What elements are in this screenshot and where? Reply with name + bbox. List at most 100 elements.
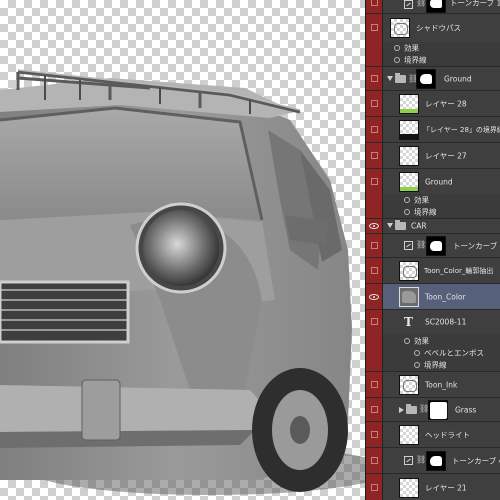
effect-row[interactable]: 境界線	[366, 54, 500, 67]
effect-row[interactable]: 境界線	[366, 205, 500, 219]
effect-visibility-icon	[394, 57, 400, 63]
visibility-toggle[interactable]	[366, 205, 383, 218]
layer-row[interactable]: ⛓ トーンカーブ 1	[366, 0, 500, 14]
visibility-toggle[interactable]	[366, 284, 383, 309]
effect-visibility-icon	[404, 208, 410, 215]
layer-thumbnail	[399, 375, 419, 395]
layer-name: Toon_Ink	[425, 380, 458, 389]
layer-row[interactable]: シャドウパス	[366, 14, 500, 42]
layer-name: トーンカーブ 2	[453, 241, 500, 250]
visibility-toggle[interactable]	[366, 334, 383, 347]
layer-name: CAR	[411, 221, 427, 231]
layer-thumbnail	[399, 261, 419, 281]
visibility-toggle[interactable]	[366, 310, 383, 334]
eye-icon	[369, 223, 379, 229]
layer-thumbnail	[399, 172, 419, 192]
layer-mask-thumbnail	[426, 451, 446, 471]
layer-name: SC2008-11	[425, 317, 467, 327]
layer-group-row[interactable]: ⛓ Ground	[366, 67, 500, 91]
link-icon: ⛓	[416, 455, 427, 464]
expand-arrow-icon[interactable]	[387, 223, 393, 228]
visibility-toggle[interactable]	[366, 91, 383, 116]
layer-row[interactable]: Toon_Color_輪郭抽出	[366, 258, 500, 284]
layer-name: 「レイヤー 28」の境界線	[423, 125, 500, 134]
layer-name: ヘッドライト	[425, 430, 470, 439]
visibility-off-icon	[371, 318, 378, 325]
effect-name: 境界線	[424, 360, 447, 370]
visibility-toggle[interactable]	[366, 372, 383, 397]
effect-name: 境界線	[414, 207, 437, 216]
layer-name: トーンカーブ 4	[452, 456, 500, 465]
effects-row[interactable]: 効果	[366, 334, 500, 347]
effect-row[interactable]: 境界線	[366, 359, 500, 372]
collapse-arrow-icon[interactable]	[399, 406, 404, 413]
visibility-toggle[interactable]	[366, 0, 383, 13]
effects-row[interactable]: 効果	[366, 42, 500, 54]
visibility-off-icon	[371, 74, 378, 82]
link-icon: ⛓	[416, 0, 427, 7]
visibility-off-icon	[371, 151, 378, 159]
visibility-toggle[interactable]	[366, 169, 383, 194]
visibility-toggle[interactable]	[366, 398, 383, 421]
layer-name: シャドウパス	[416, 23, 461, 33]
layer-row-selected[interactable]: Toon_Color	[366, 284, 500, 310]
visibility-toggle[interactable]	[366, 117, 383, 142]
layer-group-row[interactable]: ⛓ Grass	[366, 398, 500, 422]
layer-row[interactable]: 「レイヤー 28」の境界線	[366, 117, 500, 143]
layer-row[interactable]: レイヤー 21	[366, 474, 500, 500]
adjustment-layer-icon	[404, 241, 413, 250]
visibility-off-icon	[371, 0, 378, 6]
layer-row[interactable]: ⛓ トーンカーブ 4	[366, 448, 500, 474]
visibility-off-icon	[371, 99, 378, 107]
effect-name: ベベルとエンボス	[424, 348, 484, 358]
text-layer-icon: T	[404, 315, 413, 329]
visibility-toggle[interactable]	[366, 67, 383, 90]
visibility-toggle[interactable]	[366, 474, 383, 500]
effects-row[interactable]: 効果	[366, 194, 500, 205]
layers-panel: ⛓ トーンカーブ 1 シャドウパス 効果 境界線 ⛓ Ground レイヤー 2…	[365, 0, 500, 500]
visibility-toggle[interactable]	[366, 219, 383, 233]
visibility-toggle[interactable]	[366, 54, 383, 66]
layer-row[interactable]: Toon_Ink	[366, 372, 500, 398]
link-icon: ⛓	[416, 240, 427, 249]
layer-row[interactable]: レイヤー 28	[366, 91, 500, 117]
folder-icon	[395, 72, 406, 83]
visibility-toggle[interactable]	[366, 194, 383, 205]
visibility-toggle[interactable]	[366, 234, 383, 257]
layer-thumbnail	[399, 287, 419, 307]
layer-name: Grass	[455, 405, 477, 414]
expand-arrow-icon[interactable]	[387, 75, 393, 81]
layer-name: Ground	[444, 74, 472, 83]
folder-icon	[406, 403, 417, 414]
visibility-toggle[interactable]	[366, 422, 383, 447]
layer-row[interactable]: ⛓ トーンカーブ 2	[366, 234, 500, 258]
effects-label: 効果	[414, 336, 429, 345]
eye-icon	[369, 293, 379, 300]
visibility-toggle[interactable]	[366, 258, 383, 283]
adjustment-layer-icon	[404, 0, 413, 9]
visibility-off-icon	[371, 266, 378, 274]
adjustment-layer-icon	[404, 456, 413, 465]
layer-group-row[interactable]: CAR	[366, 219, 500, 234]
visibility-toggle[interactable]	[366, 14, 383, 42]
visibility-off-icon	[371, 380, 378, 388]
effect-visibility-icon	[414, 362, 420, 368]
layer-thumbnail	[399, 94, 419, 114]
layer-row[interactable]: ヘッドライト	[366, 422, 500, 448]
visibility-toggle[interactable]	[366, 359, 383, 371]
layer-row[interactable]: T SC2008-11	[366, 310, 500, 334]
visibility-off-icon	[371, 125, 378, 133]
visibility-toggle[interactable]	[366, 143, 383, 168]
visibility-toggle[interactable]	[366, 42, 383, 54]
folder-icon	[395, 220, 406, 230]
document-canvas[interactable]	[0, 0, 365, 500]
layer-name: レイヤー 27	[425, 151, 467, 160]
visibility-toggle[interactable]	[366, 347, 383, 359]
visibility-off-icon	[371, 241, 378, 249]
layer-mask-thumbnail	[428, 400, 448, 420]
layer-row[interactable]: Ground	[366, 169, 500, 194]
effect-row[interactable]: ベベルとエンボス	[366, 347, 500, 359]
visibility-toggle[interactable]	[366, 448, 383, 473]
layer-row[interactable]: レイヤー 27	[366, 143, 500, 169]
layer-name: Toon_Color_輪郭抽出	[424, 266, 494, 275]
